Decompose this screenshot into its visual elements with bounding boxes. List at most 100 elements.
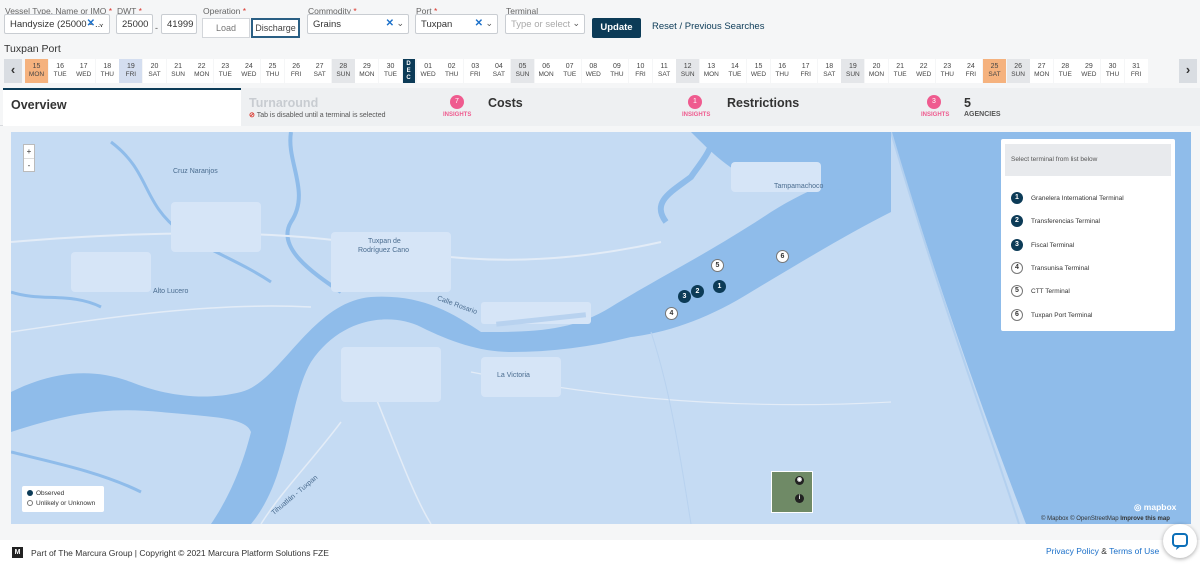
port-map[interactable]: + - Cruz Naranjos Tampamachoco Tuxpan de… bbox=[11, 132, 1191, 524]
calendar-day[interactable]: 22 MON bbox=[190, 59, 214, 83]
calendar-day[interactable]: 17 WED bbox=[72, 59, 96, 83]
calendar-day[interactable]: 15 MON bbox=[25, 59, 48, 83]
calendar-day[interactable]: 16 TUE bbox=[48, 59, 72, 83]
calendar-day[interactable]: 09 THU bbox=[605, 59, 629, 83]
terminal-marker-6[interactable]: 6 bbox=[776, 250, 789, 263]
calendar-day[interactable]: 07 TUE bbox=[558, 59, 582, 83]
calendar-day[interactable]: 21 SUN bbox=[166, 59, 190, 83]
calendar-day[interactable]: 15 WED bbox=[747, 59, 770, 83]
terminal-list-select[interactable]: Select terminal from list below bbox=[1005, 144, 1171, 176]
tab-agencies[interactable] bbox=[958, 88, 1200, 126]
operation-label: Operation bbox=[203, 6, 241, 16]
vessel-select[interactable]: Handysize (25000 - ... ✕ ⌄ bbox=[4, 14, 110, 34]
calendar-day[interactable]: 01 WED bbox=[416, 59, 440, 83]
day-number: 25 bbox=[990, 63, 999, 70]
calendar-day[interactable]: 05 SUN bbox=[511, 59, 534, 83]
calendar-day[interactable]: 27 SAT bbox=[308, 59, 332, 83]
commodity-select[interactable]: Grains ✕ ⌄ bbox=[307, 14, 409, 34]
terminal-list-item[interactable]: 5 CTT Terminal bbox=[1011, 285, 1166, 299]
clear-icon[interactable]: ✕ bbox=[386, 18, 394, 29]
discharge-toggle[interactable]: Discharge bbox=[251, 18, 300, 38]
chat-button[interactable] bbox=[1163, 524, 1197, 558]
calendar-day[interactable]: 25 THU bbox=[261, 59, 284, 83]
chevron-down-icon[interactable]: ⌄ bbox=[97, 18, 105, 29]
terminal-list-item[interactable]: 2 Transferencias Terminal bbox=[1011, 215, 1166, 229]
calendar-day[interactable]: 21 TUE bbox=[888, 59, 912, 83]
zoom-in-button[interactable]: + bbox=[24, 145, 34, 158]
dwt-max-input[interactable]: 41999 bbox=[161, 14, 197, 34]
calendar-day[interactable]: 28 TUE bbox=[1053, 59, 1077, 83]
privacy-policy-link[interactable]: Privacy Policy bbox=[1046, 546, 1099, 556]
terminal-marker-4[interactable]: 4 bbox=[665, 307, 678, 320]
tab-restrictions[interactable]: Restrictions 3 INSIGHTS bbox=[719, 88, 958, 126]
terms-of-use-link[interactable]: Terms of Use bbox=[1109, 546, 1159, 556]
terminal-list-item[interactable]: 1 Granelera International Terminal bbox=[1011, 192, 1166, 206]
clear-icon[interactable]: ✕ bbox=[87, 18, 95, 29]
day-number: 23 bbox=[943, 63, 952, 70]
calendar-day[interactable]: 24 FRI bbox=[959, 59, 983, 83]
calendar-day[interactable]: 20 MON bbox=[865, 59, 888, 83]
calendar-day[interactable]: 10 FRI bbox=[629, 59, 652, 83]
terminal-select[interactable]: Type or select ⌄ bbox=[505, 14, 585, 34]
chevron-down-icon[interactable]: ⌄ bbox=[396, 18, 404, 29]
calendar-day[interactable]: 22 WED bbox=[912, 59, 936, 83]
calendar-day[interactable]: 11 SAT bbox=[652, 59, 676, 83]
load-toggle[interactable]: Load bbox=[202, 18, 250, 38]
calendar-day[interactable]: 20 SAT bbox=[143, 59, 166, 83]
terminal-marker-2[interactable]: 2 bbox=[691, 285, 704, 298]
tab-costs[interactable]: Costs 1 INSIGHTS bbox=[480, 88, 719, 126]
satellite-toggle[interactable]: ◉ i bbox=[771, 471, 813, 513]
calendar-day[interactable]: 18 THU bbox=[95, 59, 119, 83]
calendar-day[interactable]: 31 FRI bbox=[1124, 59, 1148, 83]
improve-map-link[interactable]: Improve this map bbox=[1120, 516, 1170, 522]
next-dates-button[interactable]: › bbox=[1179, 59, 1197, 83]
calendar-day[interactable]: 23 THU bbox=[935, 59, 959, 83]
port-select[interactable]: Tuxpan ✕ ⌄ bbox=[415, 14, 498, 34]
calendar-day[interactable]: 25 SAT bbox=[983, 59, 1006, 83]
calendar-day[interactable]: 17 FRI bbox=[794, 59, 818, 83]
calendar-day[interactable]: 16 THU bbox=[770, 59, 794, 83]
terminal-list-item[interactable]: 3 Fiscal Terminal bbox=[1011, 238, 1166, 253]
terminal-list-item[interactable]: 6 Tuxpan Port Terminal bbox=[1011, 308, 1166, 323]
terminal-list-item[interactable]: 4 Transunisa Terminal bbox=[1011, 261, 1166, 276]
calendar-day[interactable]: 08 WED bbox=[581, 59, 605, 83]
calendar-day[interactable]: 29 MON bbox=[355, 59, 379, 83]
calendar-day[interactable]: 02 THU bbox=[440, 59, 464, 83]
calendar-day[interactable]: 03 FRI bbox=[463, 59, 487, 83]
calendar-day[interactable]: 18 SAT bbox=[817, 59, 841, 83]
calendar-day[interactable]: 26 SUN bbox=[1006, 59, 1030, 83]
terminal-number-badge: 1 bbox=[1011, 192, 1023, 204]
calendar-day[interactable]: 14 TUE bbox=[723, 59, 747, 83]
calendar-day[interactable]: 26 FRI bbox=[284, 59, 308, 83]
calendar-day[interactable]: 30 TUE bbox=[379, 59, 402, 83]
info-icon[interactable]: i bbox=[795, 494, 804, 503]
chevron-down-icon[interactable]: ⌄ bbox=[485, 18, 493, 29]
previous-searches-link[interactable]: Reset / Previous Searches bbox=[652, 21, 764, 32]
tab-overview[interactable]: Overview bbox=[3, 88, 241, 126]
calendar-day[interactable]: 19 SUN bbox=[841, 59, 865, 83]
calendar-day[interactable]: 30 THU bbox=[1101, 59, 1124, 83]
terminal-marker-5[interactable]: 5 bbox=[711, 259, 724, 272]
prev-dates-button[interactable]: ‹ bbox=[4, 59, 22, 83]
calendar-day[interactable]: 27 MON bbox=[1030, 59, 1054, 83]
calendar-day[interactable]: 19 FRI bbox=[119, 59, 143, 83]
clear-icon[interactable]: ✕ bbox=[475, 18, 483, 29]
terminal-marker-3[interactable]: 3 bbox=[678, 290, 691, 303]
day-name: THU bbox=[610, 71, 624, 78]
chevron-down-icon[interactable]: ⌄ bbox=[572, 18, 580, 29]
calendar-day[interactable]: 12 SUN bbox=[676, 59, 700, 83]
dwt-min-input[interactable]: 25000 bbox=[116, 14, 153, 34]
terminal-marker-1[interactable]: 1 bbox=[713, 280, 726, 293]
calendar-day[interactable]: 28 SUN bbox=[331, 59, 355, 83]
zoom-out-button[interactable]: - bbox=[24, 158, 34, 171]
calendar-day[interactable]: 04 SAT bbox=[487, 59, 511, 83]
day-name: SUN bbox=[171, 71, 185, 78]
calendar-day[interactable]: 24 WED bbox=[237, 59, 261, 83]
day-number: 17 bbox=[79, 63, 88, 70]
calendar-day[interactable]: 13 MON bbox=[699, 59, 723, 83]
day-name: FRI bbox=[470, 71, 481, 78]
calendar-day[interactable]: 23 TUE bbox=[213, 59, 237, 83]
calendar-day[interactable]: 06 MON bbox=[534, 59, 558, 83]
update-button[interactable]: Update bbox=[592, 18, 641, 38]
calendar-day[interactable]: 29 WED bbox=[1077, 59, 1101, 83]
